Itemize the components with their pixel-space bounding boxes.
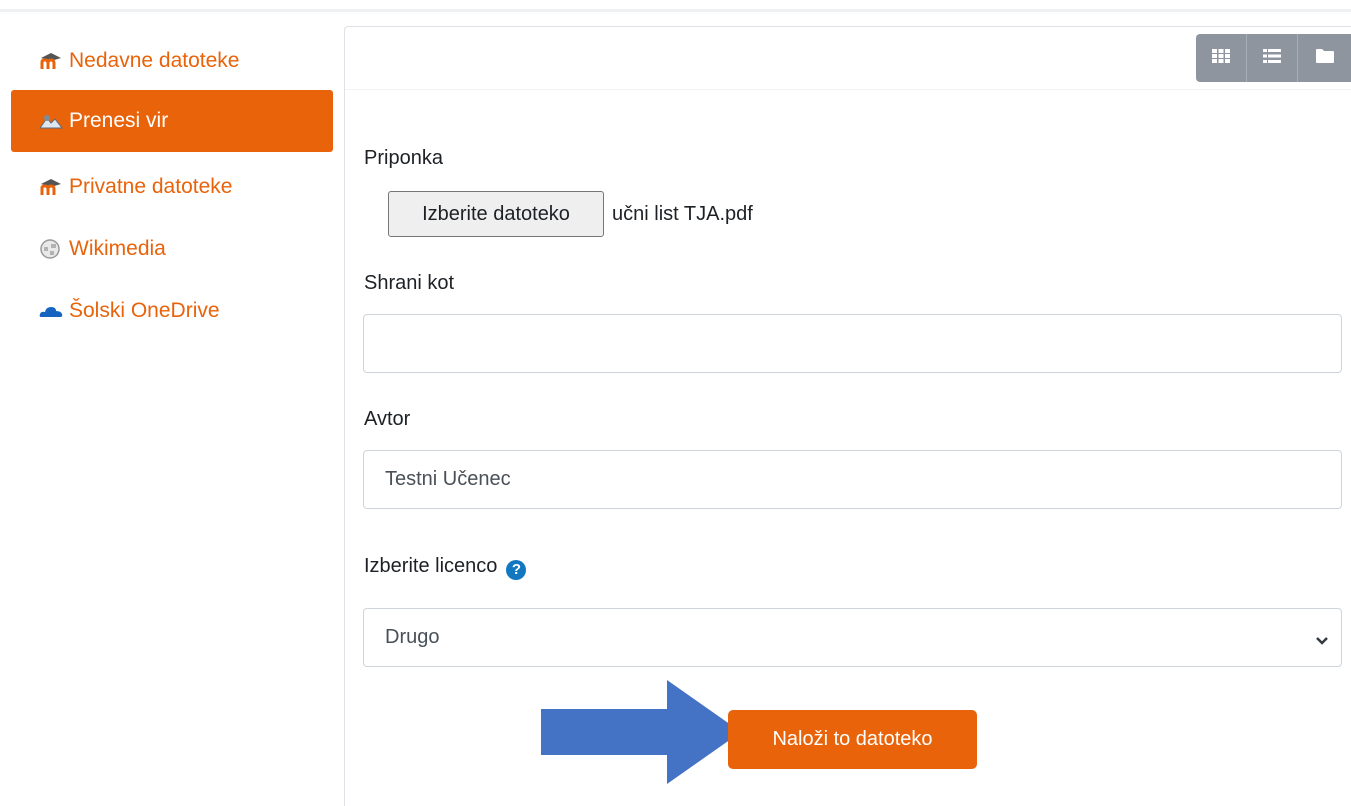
sidebar-item-wikimedia[interactable]: Wikimedia	[11, 218, 333, 280]
file-picker-panel	[344, 26, 1351, 806]
arrow-annotation-icon	[541, 680, 741, 784]
attachment-label: Priponka	[364, 147, 443, 169]
license-label: Izberite licenco	[364, 555, 498, 577]
sidebar-item-label: Prenesi vir	[69, 109, 169, 132]
moodle-icon	[39, 176, 65, 198]
sidebar-item-onedrive[interactable]: Šolski OneDrive	[11, 280, 333, 342]
help-icon[interactable]: ?	[506, 559, 527, 580]
top-divider	[0, 9, 1351, 12]
moodle-icon	[39, 50, 65, 72]
upload-file-button[interactable]: Naloži to datoteko	[728, 710, 977, 769]
author-label: Avtor	[364, 408, 411, 430]
folder-view-button[interactable]	[1298, 34, 1351, 82]
selected-file-name: učni list TJA.pdf	[612, 203, 753, 225]
onedrive-icon	[39, 300, 65, 322]
chevron-down-icon	[1315, 629, 1329, 652]
sidebar-item-label: Privatne datoteke	[69, 175, 233, 198]
sidebar-item-label: Šolski OneDrive	[69, 299, 220, 322]
wikimedia-icon	[39, 238, 65, 260]
save-as-label: Shrani kot	[364, 272, 455, 294]
choose-file-button[interactable]: Izberite datoteko	[388, 191, 604, 237]
list-view-button[interactable]	[1247, 34, 1298, 82]
license-selected-value: Drugo	[385, 626, 440, 648]
upload-icon	[39, 110, 65, 132]
author-input[interactable]: Testni Učenec	[363, 450, 1342, 509]
sidebar-item-recent-files[interactable]: Nedavne datoteke	[11, 30, 333, 92]
license-label-row: Izberite licenco?	[364, 555, 527, 580]
folder-view-icon	[1316, 48, 1334, 68]
sidebar-item-label: Wikimedia	[69, 237, 166, 260]
license-select[interactable]: Drugo	[363, 608, 1342, 667]
view-toggle-group	[1196, 34, 1351, 82]
grid-view-icon	[1212, 48, 1230, 68]
sidebar-item-private-files[interactable]: Privatne datoteke	[11, 156, 333, 218]
sidebar-item-label: Nedavne datoteke	[69, 49, 240, 72]
sidebar-item-upload[interactable]: Prenesi vir	[11, 90, 333, 152]
list-view-icon	[1263, 48, 1281, 68]
grid-view-button[interactable]	[1196, 34, 1247, 82]
save-as-input[interactable]	[363, 314, 1342, 373]
